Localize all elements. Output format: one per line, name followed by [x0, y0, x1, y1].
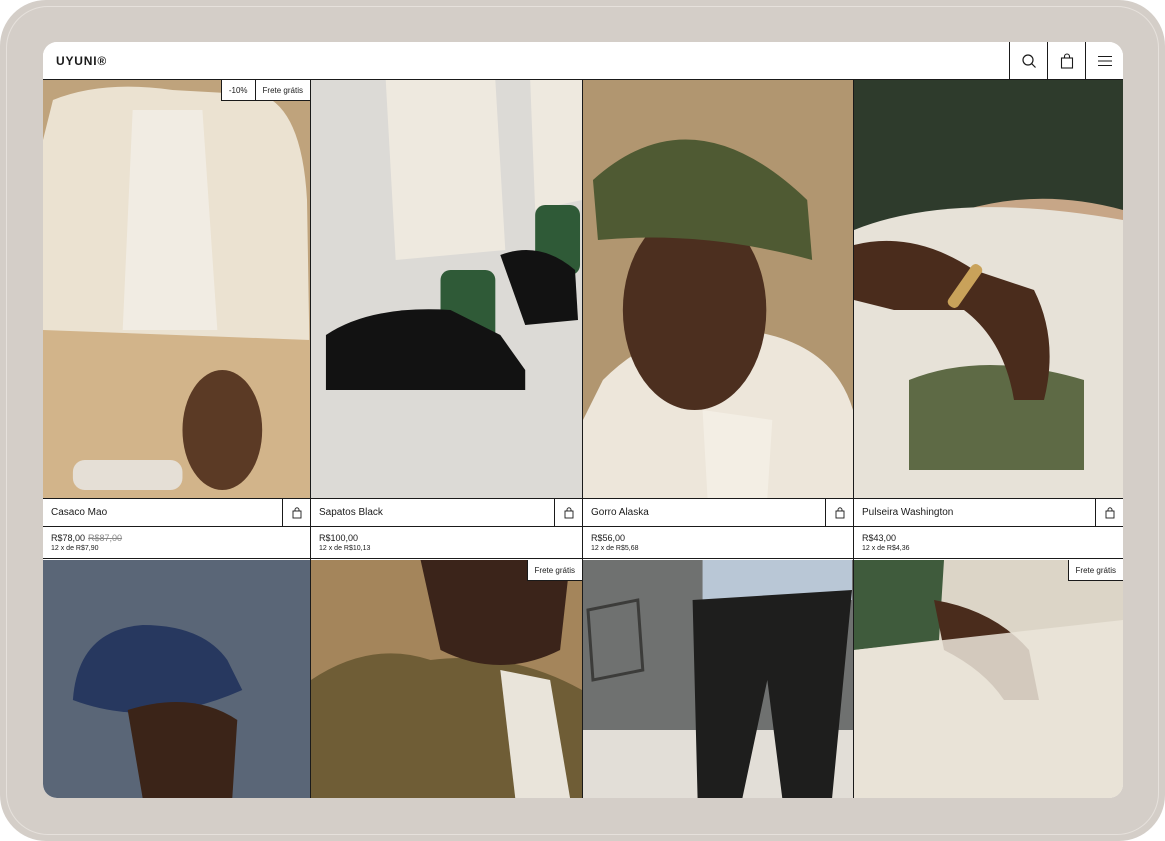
shopping-bag-icon: [835, 506, 844, 518]
free-shipping-badge: Frete grátis: [526, 560, 582, 581]
product-badges: -10% Frete grátis: [220, 80, 310, 101]
shopping-bag-icon: [1105, 506, 1114, 518]
current-price: R$56,00: [591, 533, 626, 543]
product-card[interactable]: [583, 560, 854, 798]
add-to-cart-button[interactable]: [1095, 498, 1123, 527]
installments: 12 x de R$10,13: [319, 545, 371, 552]
product-card[interactable]: [43, 560, 311, 798]
product-card[interactable]: -10% Frete grátis Casaco Mao R$78,00 R$87…: [43, 80, 311, 560]
price-box: R$100,00 12 x de R$10,13: [311, 527, 582, 559]
price-box: R$78,00 R$87,00 12 x de R$7,90: [43, 527, 310, 559]
installments: 12 x de R$7,90: [51, 545, 99, 552]
product-photo[interactable]: [311, 560, 582, 798]
product-photo[interactable]: [311, 80, 582, 498]
product-card[interactable]: Frete grátis: [311, 560, 583, 798]
product-card[interactable]: Gorro Alaska R$56,00 12 x de R$5,68: [583, 80, 854, 560]
add-to-cart-button[interactable]: [282, 498, 310, 527]
add-to-cart-button[interactable]: [825, 498, 853, 527]
current-price: R$78,00: [51, 533, 86, 543]
shopping-bag-icon: [564, 506, 573, 518]
product-price: R$78,00 R$87,00: [51, 532, 310, 544]
shopping-bag-icon: [1060, 52, 1073, 69]
product-name-bar: Casaco Mao: [43, 498, 310, 527]
discount-badge: -10%: [220, 80, 255, 101]
free-shipping-badge: Frete grátis: [1067, 560, 1123, 581]
product-grid: -10% Frete grátis Casaco Mao R$78,00 R$87…: [43, 80, 1123, 798]
cart-button[interactable]: [1047, 42, 1085, 80]
product-badges: Frete grátis: [526, 560, 582, 581]
search-icon: [1021, 53, 1036, 68]
product-name-bar: Pulseira Washington: [854, 498, 1123, 527]
product-name-bar: Gorro Alaska: [583, 498, 853, 527]
free-shipping-badge: Frete grátis: [254, 80, 310, 101]
brand-logo[interactable]: UYUNI®: [43, 54, 1009, 68]
product-card[interactable]: Pulseira Washington R$43,00 12 x de R$4,…: [854, 80, 1123, 560]
product-photo[interactable]: [583, 560, 853, 798]
product-name-bar: Sapatos Black: [311, 498, 582, 527]
price-box: R$43,00 12 x de R$4,36: [854, 527, 1123, 559]
old-price: R$87,00: [88, 533, 123, 543]
current-price: R$100,00: [319, 533, 359, 543]
site-header: UYUNI®: [43, 42, 1123, 80]
product-photo[interactable]: [43, 80, 310, 498]
product-card[interactable]: Sapatos Black R$100,00 12 x de R$10,13: [311, 80, 583, 560]
product-photo[interactable]: [583, 80, 853, 498]
screen: UYUNI® -10% Frete grátis Casaco Mao R$78…: [43, 42, 1123, 798]
product-photo[interactable]: [43, 560, 310, 798]
product-name[interactable]: Casaco Mao: [43, 507, 282, 518]
product-card[interactable]: Frete grátis: [854, 560, 1123, 798]
installments: 12 x de R$5,68: [591, 545, 639, 552]
product-name[interactable]: Sapatos Black: [311, 507, 554, 518]
product-name[interactable]: Pulseira Washington: [854, 507, 1095, 518]
menu-icon: [1097, 55, 1112, 66]
installments: 12 x de R$4,36: [862, 545, 910, 552]
search-button[interactable]: [1009, 42, 1047, 80]
add-to-cart-button[interactable]: [554, 498, 582, 527]
menu-button[interactable]: [1085, 42, 1123, 80]
current-price: R$43,00: [862, 533, 897, 543]
product-photo[interactable]: [854, 560, 1123, 798]
product-photo[interactable]: [854, 80, 1123, 498]
product-badges: Frete grátis: [1067, 560, 1123, 581]
tablet-frame: UYUNI® -10% Frete grátis Casaco Mao R$78…: [0, 0, 1165, 841]
shopping-bag-icon: [292, 506, 301, 518]
price-box: R$56,00 12 x de R$5,68: [583, 527, 853, 559]
product-name[interactable]: Gorro Alaska: [583, 507, 825, 518]
